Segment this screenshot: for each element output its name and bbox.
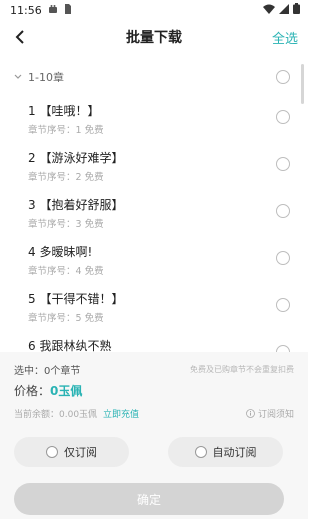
no-double-charge-note: 免费及已购章节不会重复扣费 xyxy=(190,365,294,374)
subscribe-only-radio[interactable] xyxy=(46,446,58,458)
chapter-select-radio[interactable] xyxy=(276,110,290,124)
chapter-select-radio[interactable] xyxy=(276,251,290,265)
android-icon xyxy=(48,4,58,17)
chevron-left-icon xyxy=(15,30,24,44)
chevron-down-icon xyxy=(14,74,22,79)
chapter-item[interactable]: 3 【抱着好舒服】 章节序号：3 免费 xyxy=(0,188,308,235)
price-row: 价格：0玉佩 xyxy=(14,382,82,399)
subscribe-only-button[interactable]: 仅订阅 xyxy=(14,437,129,467)
chapter-title: 1 【哇哦！】 xyxy=(28,104,100,118)
price-value: 0玉佩 xyxy=(50,384,83,398)
download-summary-panel: 选中：0个章节 免费及已购章节不会重复扣费 价格：0玉佩 当前余额：0.00玉佩… xyxy=(0,352,308,519)
chapter-meta: 章节序号：2 免费 xyxy=(28,172,104,183)
select-all-button[interactable]: 全选 xyxy=(272,28,298,47)
group-select-radio[interactable] xyxy=(276,70,290,84)
chapter-title: 4 多暧昧啊! xyxy=(28,245,93,259)
status-bar: 11:56 xyxy=(0,0,308,20)
chapter-meta: 章节序号：3 免费 xyxy=(28,219,104,230)
chapter-meta: 章节序号：1 免费 xyxy=(28,125,104,136)
chapter-list[interactable]: 1-10章 1 【哇哦！】 章节序号：1 免费 2 【游泳好难学】 章节序号：2… xyxy=(0,60,308,352)
confirm-button[interactable]: 确定 xyxy=(14,483,284,515)
balance-text: 当前余额：0.00玉佩 xyxy=(14,410,98,420)
recharge-link[interactable]: 立即充值 xyxy=(103,410,139,420)
back-button[interactable] xyxy=(10,27,30,47)
chapter-item[interactable]: 4 多暧昧啊! 章节序号：4 免费 xyxy=(0,235,308,282)
chapter-select-radio[interactable] xyxy=(276,204,290,218)
chapter-item[interactable]: 5 【干得不错！】 章节序号：5 免费 xyxy=(0,282,308,329)
chapter-select-radio[interactable] xyxy=(276,157,290,171)
app-header: 批量下载 全选 xyxy=(0,20,308,54)
auto-subscribe-button[interactable]: 自动订阅 xyxy=(168,437,283,467)
page-title: 批量下载 xyxy=(126,30,182,46)
auto-subscribe-radio[interactable] xyxy=(194,446,207,458)
auto-subscribe-label: 自动订阅 xyxy=(212,446,257,459)
chapter-item[interactable]: 2 【游泳好难学】 章节序号：2 免费 xyxy=(0,141,308,188)
chapter-meta: 章节序号：5 免费 xyxy=(28,313,104,324)
chapter-item[interactable]: 6 我跟林纨不熟 xyxy=(0,329,308,352)
subscription-notice-link[interactable]: 订阅须知 xyxy=(246,407,294,420)
subscription-notice-label: 订阅须知 xyxy=(257,410,294,420)
price-label: 价格： xyxy=(14,384,51,398)
status-time: 11:56 xyxy=(10,3,42,17)
subscribe-only-label: 仅订阅 xyxy=(64,446,97,459)
chapter-title: 3 【抱着好舒服】 xyxy=(28,198,124,212)
chapter-title: 2 【游泳好难学】 xyxy=(28,151,124,165)
selected-count: 选中：0个章节 xyxy=(14,366,81,377)
chapter-select-radio[interactable] xyxy=(276,298,290,312)
chapter-item[interactable]: 1 【哇哦！】 章节序号：1 免费 xyxy=(0,94,308,141)
signal-icon xyxy=(279,3,289,17)
chapter-title: 5 【干得不错！】 xyxy=(28,292,124,306)
chapter-title: 6 我跟林纨不熟 xyxy=(28,339,112,352)
chapter-group-header[interactable]: 1-10章 xyxy=(0,60,308,94)
chapter-group-label: 1-10章 xyxy=(28,71,64,84)
sim-icon xyxy=(64,3,72,17)
battery-icon xyxy=(293,3,300,17)
chapter-select-radio[interactable] xyxy=(276,345,290,352)
info-icon xyxy=(246,409,255,418)
wifi-icon xyxy=(263,4,275,17)
chapter-meta: 章节序号：4 免费 xyxy=(28,266,104,277)
scrollbar[interactable] xyxy=(301,64,304,104)
